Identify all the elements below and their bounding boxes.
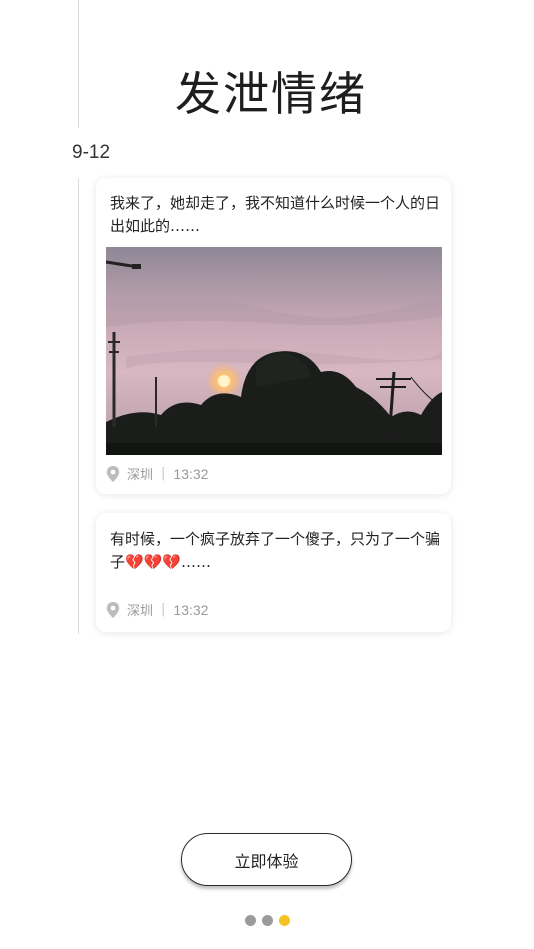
post-meta: 深圳 | 13:32 — [106, 600, 208, 619]
post-location: 深圳 — [127, 604, 154, 619]
post-time: 13:32 — [173, 601, 209, 618]
post-meta: 深圳 | 13:32 — [106, 464, 208, 483]
post-text: 我来了，她却走了，我不知道什么时候一个人的日出如此的…… — [110, 194, 441, 235]
post-card[interactable]: 有时候，一个疯子放弃了一个傻子，只为了一个骗子💔💔💔…… 深圳 | 13:32 — [96, 513, 451, 632]
page-dot-active[interactable] — [278, 915, 290, 926]
location-pin-icon — [106, 465, 120, 482]
post-time: 13:32 — [173, 465, 209, 482]
meta-separator: | — [161, 466, 166, 481]
page-indicator — [0, 915, 534, 926]
post-text: 有时候，一个疯子放弃了一个傻子，只为了一个骗子💔💔💔…… — [110, 530, 441, 571]
page-dot[interactable] — [244, 915, 256, 926]
page-dot[interactable] — [261, 915, 273, 926]
try-now-button[interactable]: 立即体验 — [181, 833, 352, 886]
meta-separator: | — [161, 602, 166, 617]
date-label: 9-12 — [72, 142, 111, 163]
location-pin-icon — [106, 601, 120, 618]
post-location: 深圳 — [127, 468, 154, 483]
timeline-line — [78, 178, 79, 634]
sunrise-photo — [106, 247, 442, 455]
page-title: 发泄情绪 — [175, 67, 367, 121]
post-card[interactable]: 我来了，她却走了，我不知道什么时候一个人的日出如此的…… 深圳 | 13:32 — [96, 178, 451, 494]
post-photo[interactable] — [106, 247, 442, 455]
